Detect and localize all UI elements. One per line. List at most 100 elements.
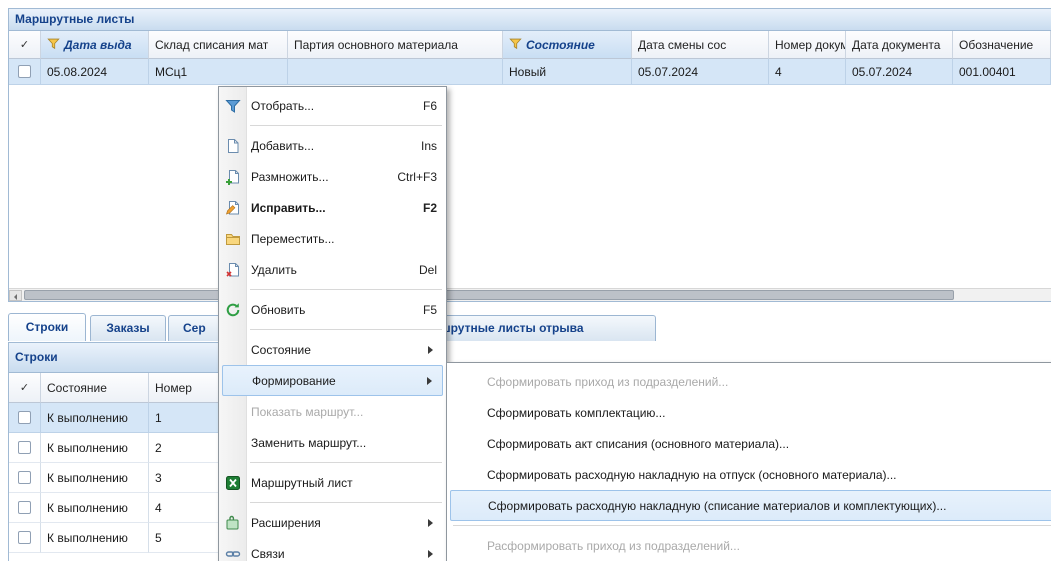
cell-designation: 001.00401 xyxy=(953,59,1051,85)
column-label: Обозначение xyxy=(959,38,1033,52)
menu-item-extensions[interactable]: Расширения xyxy=(219,507,446,538)
menu-separator xyxy=(250,329,442,330)
filter-icon xyxy=(225,98,241,114)
cell-main-material-batch xyxy=(288,59,503,85)
panel-title-route-sheets: Маршрутные листы xyxy=(9,9,1051,31)
scrollbar-thumb[interactable] xyxy=(24,290,954,300)
excel-icon xyxy=(225,475,241,491)
column-header-select-all[interactable]: ✓ xyxy=(9,373,41,403)
submenu-arrow-icon xyxy=(428,346,437,354)
tab-zakazy[interactable]: Заказы xyxy=(90,315,166,341)
menu-item-duplicate[interactable]: Размножить... Ctrl+F3 xyxy=(219,161,446,192)
column-label: Состояние xyxy=(47,381,107,395)
row-checkbox-cell xyxy=(9,59,41,85)
menu-separator xyxy=(250,289,442,290)
submenu-item-form-picking[interactable]: Сформировать комплектацию... xyxy=(447,397,1051,428)
tab-stroki[interactable]: Строки xyxy=(8,313,86,341)
move-folder-icon xyxy=(225,231,241,247)
row-checkbox[interactable] xyxy=(18,411,31,424)
add-document-icon xyxy=(225,138,241,154)
column-header-issue-date[interactable]: Дата выда xyxy=(41,31,149,59)
cell-writeoff-warehouse: МСц1 xyxy=(149,59,288,85)
row-checkbox[interactable] xyxy=(18,441,31,454)
submenu-item-form-expense-invoice-writeoff[interactable]: Сформировать расходную накладную (списан… xyxy=(450,490,1051,521)
menu-separator xyxy=(250,502,442,503)
horizontal-scrollbar[interactable] xyxy=(9,288,1051,301)
check-glyph: ✓ xyxy=(20,381,29,394)
menu-item-formation[interactable]: Формирование xyxy=(222,365,443,396)
column-header-doc-date[interactable]: Дата документа xyxy=(846,31,953,59)
row-checkbox-cell xyxy=(9,403,41,433)
column-header-select-all[interactable]: ✓ xyxy=(9,31,41,59)
menu-item-state[interactable]: Состояние xyxy=(219,334,446,365)
cell-issue-date: 05.08.2024 xyxy=(41,59,149,85)
menu-item-edit[interactable]: Исправить... F2 xyxy=(219,192,446,223)
submenu-arrow-icon xyxy=(428,519,437,527)
column-header-state-change-date[interactable]: Дата смены сос xyxy=(632,31,769,59)
duplicate-document-icon xyxy=(225,169,241,185)
menu-separator xyxy=(250,125,442,126)
menu-item-refresh[interactable]: Обновить F5 xyxy=(219,294,446,325)
row-checkbox[interactable] xyxy=(18,501,31,514)
column-label: Номер докум xyxy=(775,38,846,52)
scroll-left-button[interactable] xyxy=(9,290,22,301)
check-glyph: ✓ xyxy=(20,38,29,51)
app-window: Маршрутные листы ✓ Дата выда Склад списа… xyxy=(0,0,1051,561)
submenu-item-form-writeoff-act[interactable]: Сформировать акт списания (основного мат… xyxy=(447,428,1051,459)
lower-tab-bar: Строки Заказы Сер Маршрутные листы отрыв… xyxy=(8,312,1051,341)
menu-item-select[interactable]: Отобрать... F6 xyxy=(219,90,446,121)
route-grid-header: ✓ Дата выда Склад списания мат Партия ос… xyxy=(9,31,1051,59)
menu-item-route-sheet[interactable]: Маршрутный лист xyxy=(219,467,446,498)
column-header-main-material-batch[interactable]: Партия основного материала xyxy=(288,31,503,59)
cell-state: Новый xyxy=(503,59,632,85)
menu-separator xyxy=(453,525,1051,526)
row-checkbox-cell xyxy=(9,463,41,493)
table-row[interactable]: 05.08.2024 МСц1 Новый 05.07.2024 4 05.07… xyxy=(9,59,1051,85)
column-header-row-state[interactable]: Состояние xyxy=(41,373,149,403)
cell-row-state: К выполнению xyxy=(41,433,149,463)
delete-document-icon xyxy=(225,262,241,278)
row-checkbox[interactable] xyxy=(18,65,31,78)
column-label: Склад списания мат xyxy=(155,38,268,52)
menu-item-replace-route[interactable]: Заменить маршрут... xyxy=(219,427,446,458)
cell-doc-number: 4 xyxy=(769,59,846,85)
edit-document-icon xyxy=(225,200,241,216)
submenu-item-form-expense-invoice-issue[interactable]: Сформировать расходную накладную на отпу… xyxy=(447,459,1051,490)
menu-item-move[interactable]: Переместить... xyxy=(219,223,446,254)
cell-doc-date: 05.07.2024 xyxy=(846,59,953,85)
cell-state-change-date: 05.07.2024 xyxy=(632,59,769,85)
filter-funnel-icon xyxy=(509,37,522,53)
menu-item-links[interactable]: Связи xyxy=(219,538,446,561)
column-label: Дата выда xyxy=(64,38,132,52)
menu-separator xyxy=(250,462,442,463)
column-label: Дата документа xyxy=(852,38,940,52)
cell-row-state: К выполнению xyxy=(41,523,149,553)
column-label: Номер xyxy=(155,381,192,395)
column-header-state[interactable]: Состояние xyxy=(503,31,632,59)
column-label: Дата смены сос xyxy=(638,38,726,52)
links-icon xyxy=(225,546,241,561)
submenu-arrow-icon xyxy=(427,377,436,385)
cell-row-state: К выполнению xyxy=(41,493,149,523)
cell-row-state: К выполнению xyxy=(41,403,149,433)
column-header-designation[interactable]: Обозначение xyxy=(953,31,1051,59)
row-checkbox-cell xyxy=(9,433,41,463)
filter-funnel-icon xyxy=(47,37,60,53)
context-menu: Отобрать... F6 Добавить... Ins Размножит… xyxy=(218,86,447,561)
column-label: Партия основного материала xyxy=(294,38,458,52)
menu-item-delete[interactable]: Удалить Del xyxy=(219,254,446,285)
menu-item-add[interactable]: Добавить... Ins xyxy=(219,130,446,161)
column-header-doc-number[interactable]: Номер докум xyxy=(769,31,846,59)
cell-row-state: К выполнению xyxy=(41,463,149,493)
column-header-writeoff-warehouse[interactable]: Склад списания мат xyxy=(149,31,288,59)
extensions-icon xyxy=(225,515,241,531)
submenu-item-form-receipt-from-departments[interactable]: Сформировать приход из подразделений... xyxy=(447,366,1051,397)
route-sheets-panel: Маршрутные листы ✓ Дата выда Склад списа… xyxy=(8,8,1051,302)
formation-submenu: Сформировать приход из подразделений... … xyxy=(446,362,1051,561)
refresh-icon xyxy=(225,302,241,318)
row-checkbox[interactable] xyxy=(18,531,31,544)
row-checkbox[interactable] xyxy=(18,471,31,484)
row-checkbox-cell xyxy=(9,493,41,523)
submenu-item-unform-receipt-from-departments[interactable]: Расформировать приход из подразделений..… xyxy=(447,530,1051,561)
menu-item-show-route[interactable]: Показать маршрут... xyxy=(219,396,446,427)
